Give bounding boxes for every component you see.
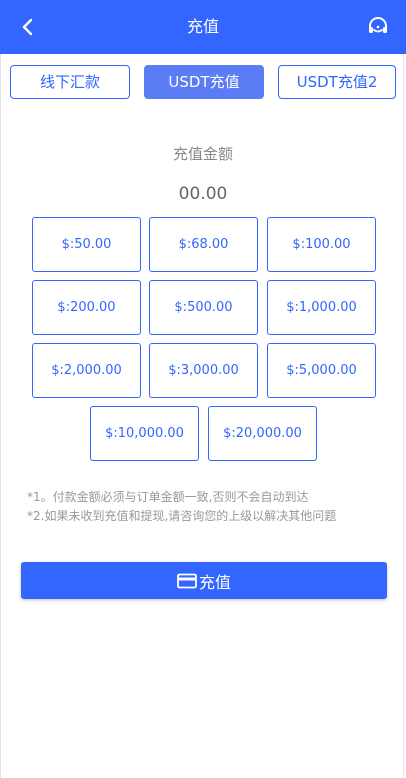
amount-option[interactable]: $:5,000.00: [267, 343, 376, 398]
payment-method-tabs: 线下汇款 USDT充值 USDT充值2: [10, 65, 396, 99]
amount-option[interactable]: $:1,000.00: [267, 280, 376, 335]
page-title: 充值: [186, 17, 219, 36]
header-bar: 充值: [0, 0, 406, 54]
amount-label: 充值金额: [172, 145, 233, 163]
amount-option[interactable]: $:200.00: [32, 280, 141, 335]
note-line: *2.如果未收到充值和提现,请咨询您的上级以解决其他问题: [27, 509, 337, 523]
note-line: *1。付款金额必须与订单金额一致,否则不会自动到达: [27, 490, 309, 504]
amount-option[interactable]: $:10,000.00: [90, 406, 199, 461]
tab-usdt-recharge-2[interactable]: USDT充值2: [278, 65, 396, 99]
recharge-submit-button[interactable]: 充值: [21, 562, 387, 599]
amount-value: 00.00: [178, 184, 228, 204]
customer-service-button[interactable]: [364, 13, 392, 41]
amount-option[interactable]: $:50.00: [32, 217, 141, 272]
amount-option[interactable]: $:100.00: [267, 217, 376, 272]
credit-card-icon: [177, 573, 197, 588]
amount-option[interactable]: $:20,000.00: [208, 406, 317, 461]
headset-icon: [369, 17, 387, 33]
amount-option[interactable]: $:68.00: [149, 217, 258, 272]
submit-label: 充值: [198, 572, 231, 592]
tab-usdt-recharge[interactable]: USDT充值: [144, 65, 264, 99]
notes-section: *1。付款金额必须与订单金额一致,否则不会自动到达 *2.如果未收到充值和提现,…: [27, 488, 387, 526]
amount-option[interactable]: $:2,000.00: [32, 343, 141, 398]
amount-option[interactable]: $:3,000.00: [149, 343, 258, 398]
amount-option[interactable]: $:500.00: [149, 280, 258, 335]
tab-offline-remittance[interactable]: 线下汇款: [10, 65, 130, 99]
